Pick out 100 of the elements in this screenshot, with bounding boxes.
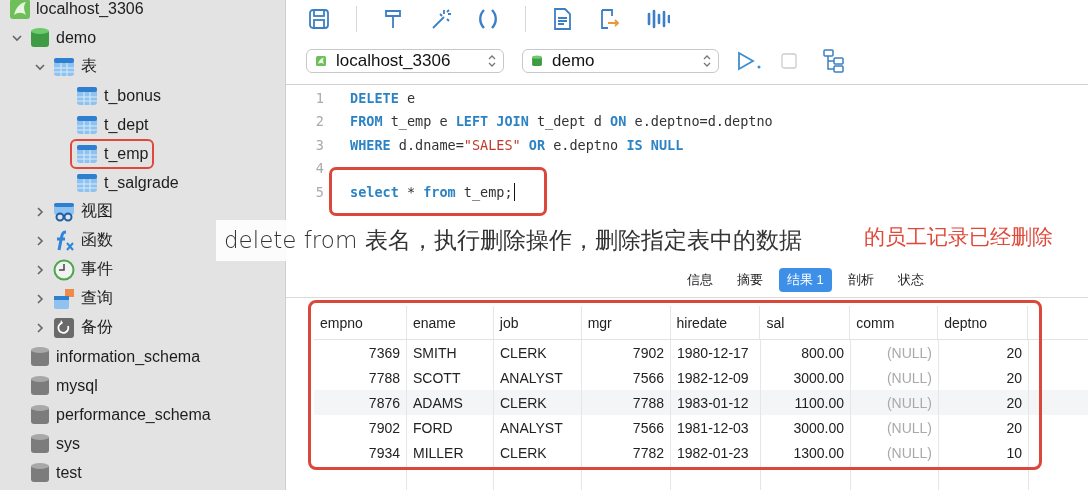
table-cell: 7934 <box>314 440 407 465</box>
column-header[interactable]: ename <box>406 306 494 339</box>
table-cell: (NULL) <box>851 340 939 365</box>
result-tab[interactable]: 信息 <box>679 268 721 292</box>
dolphin-icon <box>313 56 329 66</box>
result-tab[interactable]: 剖析 <box>839 268 882 292</box>
column-header[interactable]: mgr <box>581 306 671 339</box>
table-cell: 1983-01-12 <box>671 390 761 415</box>
table-icon <box>76 143 98 164</box>
table-cell: 10 <box>939 440 1029 465</box>
table-cell: 7902 <box>582 340 671 365</box>
table-cell: CLERK <box>494 340 582 365</box>
table-cell: 20 <box>939 390 1029 415</box>
chevron-right-icon[interactable] <box>34 263 46 276</box>
database-icon <box>30 461 50 484</box>
tree-item-label[interactable]: 查询 <box>81 288 113 309</box>
chevron-right-icon[interactable] <box>34 205 46 218</box>
table-cell: 20 <box>939 415 1029 440</box>
code-line: select * from t_emp; <box>350 183 513 200</box>
table-cell: 7788 <box>582 390 671 415</box>
table-cell: 1980-12-17 <box>671 340 761 365</box>
result-tab[interactable]: 状态 <box>889 268 932 292</box>
tree-item-label[interactable]: sys <box>56 434 80 453</box>
tree-item-label[interactable]: 函数 <box>81 230 113 251</box>
code-line: DELETE e <box>350 89 416 106</box>
column-header[interactable]: hiredate <box>670 306 761 339</box>
annotation-text: 的员工记录已经删除 <box>864 224 1053 250</box>
database-icon <box>30 26 50 49</box>
stepper-icon <box>702 53 712 69</box>
dolphin-icon <box>10 0 30 19</box>
tree-item-label[interactable]: 事件 <box>81 259 113 280</box>
line-number: 5 <box>314 183 324 200</box>
run-icon[interactable] <box>737 51 763 71</box>
chart-icon[interactable] <box>646 8 670 30</box>
column-header[interactable]: comm <box>850 306 939 339</box>
table-icon <box>76 172 98 193</box>
tree-item-label[interactable]: demo <box>56 28 97 47</box>
code-line: WHERE d.dname="SALES" OR e.deptno IS NULL <box>350 136 684 153</box>
table-cell: 20 <box>939 340 1029 365</box>
table-cell: (NULL) <box>851 440 939 465</box>
database-icon <box>30 374 50 397</box>
code-line: FROM t_emp e LEFT JOIN t_dept d ON e.deptno=d.deptno <box>350 113 773 130</box>
save-icon[interactable] <box>308 8 330 30</box>
line-number: 1 <box>314 89 324 106</box>
clock-icon <box>53 258 75 281</box>
tree-item[interactable]: t_bonus <box>70 80 167 111</box>
highlighted-tree-item[interactable]: t_emp <box>70 138 155 169</box>
tree-item-label[interactable]: localhost_3306 <box>36 0 144 18</box>
table-cell: 7566 <box>582 415 671 440</box>
tree-item[interactable]: t_dept <box>70 109 155 140</box>
view-icon <box>53 201 75 222</box>
tree-item-label[interactable]: information_schema <box>56 347 201 366</box>
export-icon[interactable] <box>598 8 620 30</box>
parentheses-icon[interactable] <box>477 8 499 30</box>
table-icon <box>53 56 75 77</box>
table-cell: 7902 <box>314 415 407 440</box>
database-icon <box>30 345 50 368</box>
table-cell: ANALYST <box>494 415 582 440</box>
table-cell: (NULL) <box>851 390 939 415</box>
column-header[interactable]: deptno <box>938 306 1029 339</box>
tree-item[interactable]: t_salgrade <box>70 167 185 198</box>
tree-item-label[interactable]: 备份 <box>81 317 113 338</box>
line-number: 4 <box>314 160 324 177</box>
result-tab[interactable]: 摘要 <box>729 268 771 292</box>
chevron-right-icon[interactable] <box>34 321 46 334</box>
column-header[interactable]: sal <box>760 306 851 339</box>
chevron-right-icon[interactable] <box>34 292 46 305</box>
tree-item-label[interactable]: 表 <box>81 56 97 77</box>
table-cell: 7782 <box>582 440 671 465</box>
table-cell: CLERK <box>494 440 582 465</box>
table-cell: SMITH <box>407 340 494 365</box>
table-cell: 1982-01-23 <box>671 440 761 465</box>
table-cell: 800.00 <box>761 340 851 365</box>
tree-item-label[interactable]: mysql <box>56 376 98 395</box>
tree-item-label[interactable]: test <box>56 463 82 482</box>
table-cell: 7369 <box>314 340 407 365</box>
table-cell: 1981-12-03 <box>671 415 761 440</box>
document-icon[interactable] <box>552 8 572 30</box>
table-icon <box>76 114 98 135</box>
table-cell: 1300.00 <box>761 440 851 465</box>
line-number: 3 <box>314 136 324 153</box>
format-icon[interactable] <box>383 8 403 30</box>
table-cell: ADAMS <box>407 390 494 415</box>
database-icon <box>30 403 50 426</box>
tree-item-label[interactable]: 视图 <box>81 201 113 222</box>
backup-icon <box>53 316 75 339</box>
stepper-icon <box>487 53 497 69</box>
query-icon <box>53 287 75 310</box>
database-select[interactable]: demo <box>522 49 719 73</box>
tree-item-label[interactable]: performance_schema <box>56 405 211 424</box>
table-cell: 3000.00 <box>761 415 851 440</box>
column-header[interactable]: job <box>493 306 582 339</box>
table-cell: CLERK <box>494 390 582 415</box>
table-icon <box>76 85 98 106</box>
table-cell: 1100.00 <box>761 390 851 415</box>
column-header[interactable]: empno <box>314 306 407 339</box>
connection-select[interactable]: localhost_3306 <box>306 49 504 73</box>
table-cell: 7876 <box>314 390 407 415</box>
chevron-right-icon[interactable] <box>34 234 46 247</box>
explain-tree-icon[interactable] <box>823 49 845 73</box>
